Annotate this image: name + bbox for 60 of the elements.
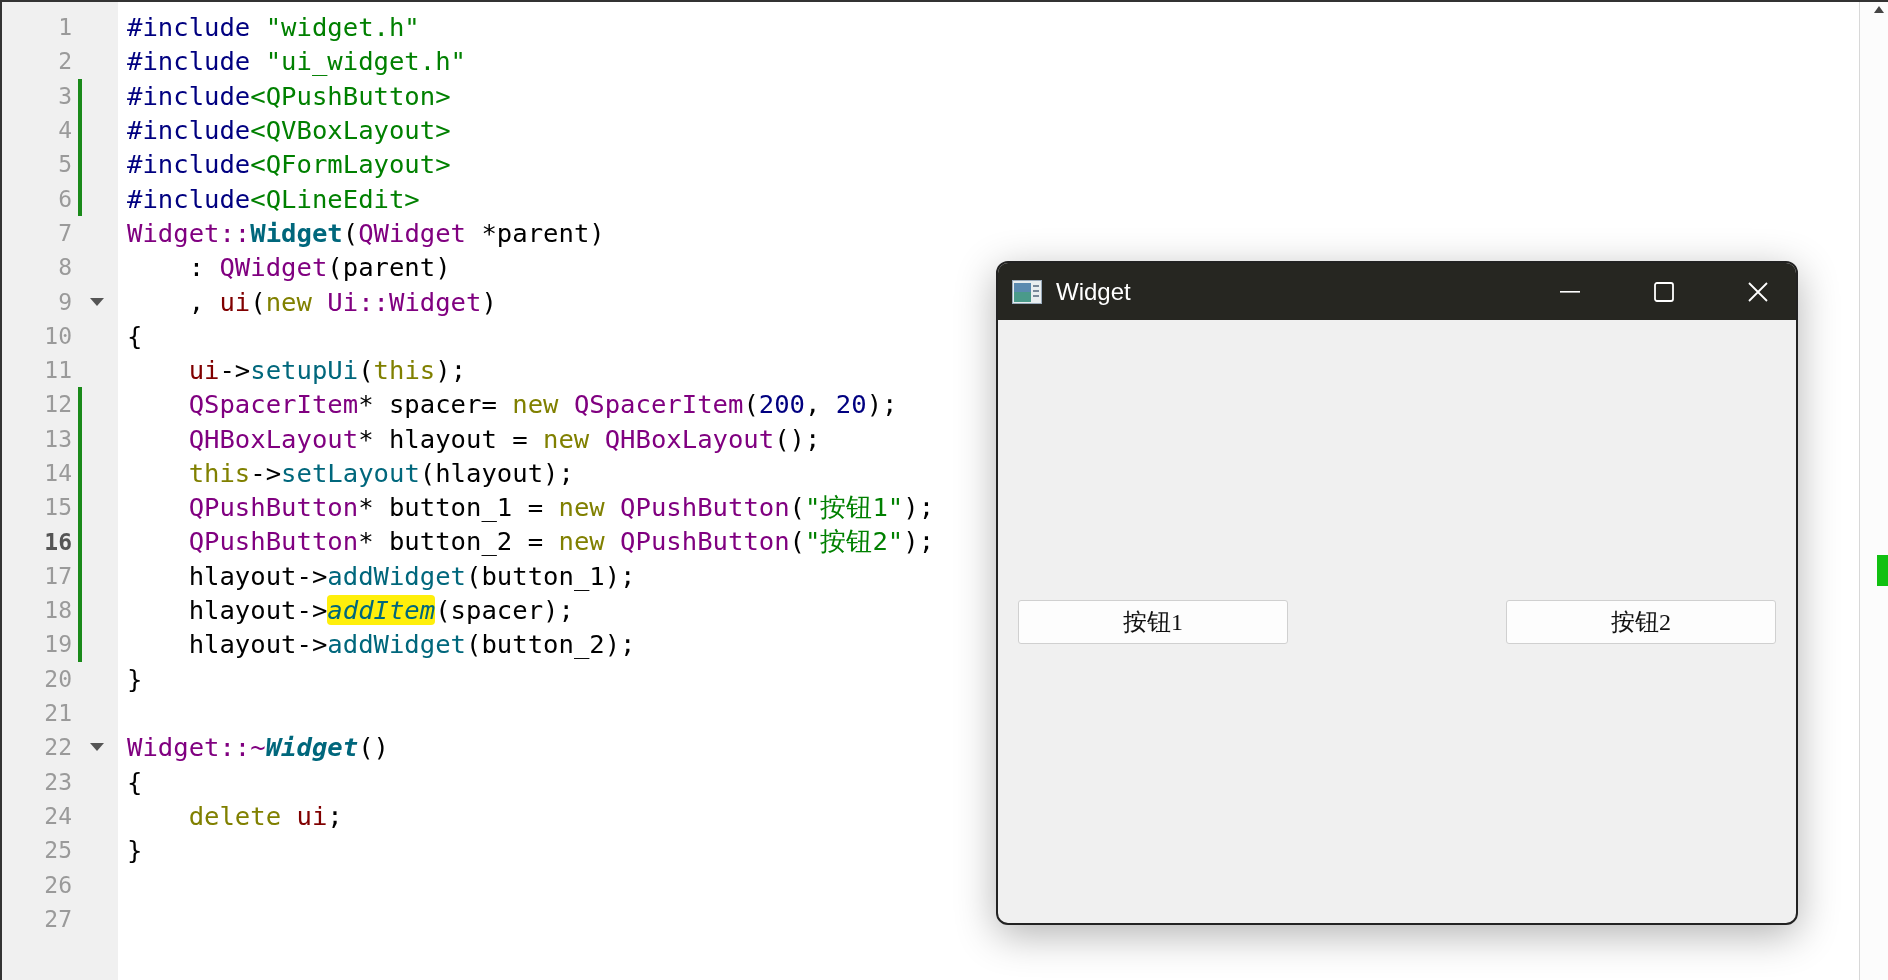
code-line: { (127, 320, 143, 351)
line-number: 15 (43, 494, 72, 521)
line-number: 3 (57, 82, 72, 109)
code-line: QSpacerItem* spacer= new QSpacerItem(200, 20); (187, 389, 898, 420)
code-line: hlayout->addWidget(button_1); (187, 560, 636, 591)
push-button[interactable]: 按钮1 (1018, 599, 1288, 644)
line-number: 2 (57, 48, 72, 75)
line-number: 23 (43, 768, 72, 795)
code-line: #include<QFormLayout> (127, 149, 451, 180)
line-number: 5 (57, 151, 72, 178)
line-number: 18 (43, 597, 72, 624)
code-line: delete ui; (187, 800, 343, 831)
line-number: 12 (43, 391, 72, 418)
minimize-icon[interactable] (1560, 290, 1580, 293)
code-line: Widget::~Widget() (127, 732, 389, 763)
line-number: 9 (57, 288, 72, 315)
line-number: 6 (57, 185, 72, 212)
code-line: this->setLayout(hlayout); (187, 458, 574, 488)
line-number: 10 (43, 322, 72, 349)
line-number: 21 (43, 700, 72, 727)
code-line: Widget::Widget(QWidget *parent) (127, 217, 605, 248)
line-number: 17 (43, 562, 72, 589)
line-number: 1 (57, 14, 72, 41)
maximize-icon[interactable] (1654, 281, 1674, 302)
line-number: 20 (43, 665, 72, 692)
line-number: 25 (43, 837, 72, 864)
code-line: ui->setupUi(this); (187, 355, 467, 386)
line-number: 19 (43, 631, 72, 658)
code-line: #include<QLineEdit> (127, 183, 420, 214)
scrollbar-marker (1877, 555, 1888, 586)
line-number: 8 (57, 254, 72, 281)
push-button[interactable]: 按钮2 (1506, 599, 1776, 644)
code-line: QHBoxLayout* hlayout = new QHBoxLayout(); (187, 423, 821, 454)
line-number: 14 (43, 460, 72, 486)
code-line: } (127, 663, 143, 694)
line-number: 7 (57, 219, 72, 246)
code-line: hlayout->addWidget(button_2); (187, 629, 636, 660)
window-title: Widget (1056, 277, 1131, 306)
code-line: #include "ui_widget.h" (127, 46, 466, 77)
line-number: 16 (43, 528, 72, 555)
app-window-icon (1012, 279, 1042, 304)
code-line: QPushButton* button_2 = new QPushButton("按钮2"); (187, 525, 935, 559)
line-number: 24 (43, 802, 72, 829)
code-line: #include<QVBoxLayout> (127, 115, 451, 146)
line-number: 27 (43, 905, 72, 932)
code-line: QPushButton* button_1 = new QPushButton("按钮1"); (187, 490, 935, 524)
line-number: 11 (43, 357, 72, 384)
code-line: #include<QPushButton> (127, 80, 451, 111)
line-number: 26 (43, 871, 72, 898)
line-number: 13 (43, 425, 72, 452)
scroll-up-arrow-icon[interactable] (1874, 6, 1884, 13)
code-line: hlayout->addItem(spacer); (187, 595, 574, 626)
line-number: 4 (57, 117, 72, 144)
code-line: } (127, 835, 143, 866)
close-icon[interactable] (1748, 281, 1768, 302)
code-line: { (127, 766, 143, 797)
code-line: , ui(new Ui::Widget) (187, 286, 497, 317)
line-number: 22 (43, 734, 72, 761)
code-line: #include "widget.h" (127, 12, 420, 43)
code-line: : QWidget(parent) (187, 252, 451, 283)
